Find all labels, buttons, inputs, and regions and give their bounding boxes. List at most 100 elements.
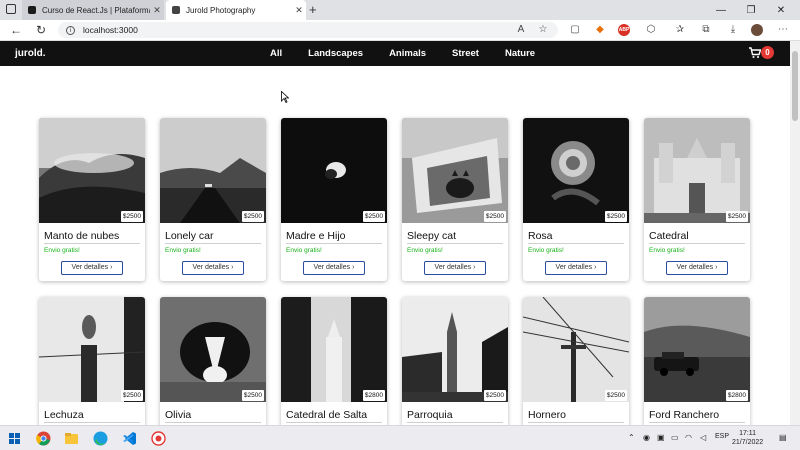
product-photo[interactable]	[160, 118, 266, 223]
view-details-button[interactable]: Ver detalles ›	[545, 261, 607, 275]
product-card[interactable]: $2500 Catedral Envio gratis! Ver detalles ›	[644, 118, 750, 281]
input-language[interactable]: ESP	[715, 433, 729, 440]
page-scrollbar[interactable]	[790, 41, 800, 425]
extension-puzzle-icon[interactable]: ⬡	[645, 24, 657, 36]
price-tag: $2800	[725, 390, 748, 401]
url-input[interactable]: i localhost:3000	[58, 22, 558, 38]
product-card[interactable]: $2500 Manto de nubes Envio gratis! Ver deta…	[39, 118, 145, 281]
title-divider	[286, 422, 382, 423]
file-explorer-icon[interactable]	[64, 431, 79, 446]
extension-orange-icon[interactable]: ◆	[594, 24, 606, 36]
wifi-icon[interactable]: ◠	[685, 433, 692, 442]
close-tab-icon[interactable]: ✕	[150, 5, 164, 16]
product-photo[interactable]	[39, 118, 145, 223]
edge-icon[interactable]	[93, 431, 108, 446]
chrome-icon[interactable]	[36, 431, 51, 446]
clock-time: 17:11	[739, 430, 757, 437]
extension-icon[interactable]: ▢	[569, 24, 581, 36]
product-photo[interactable]	[281, 297, 387, 402]
product-title: Olivia	[165, 409, 192, 421]
view-details-button[interactable]: Ver detalles ›	[424, 261, 486, 275]
product-photo[interactable]	[644, 118, 750, 223]
battery-icon[interactable]: ▭	[671, 433, 679, 442]
favorites-icon[interactable]: ✰	[674, 24, 686, 36]
browser-tab-course[interactable]: Curso de React.Js | Plataforma e... ✕	[22, 0, 164, 20]
menu-item-street[interactable]: Street	[452, 48, 479, 59]
product-photo[interactable]	[160, 297, 266, 402]
adblock-icon[interactable]: ABP	[618, 24, 630, 36]
maximize-icon[interactable]: ❐	[736, 0, 766, 20]
refresh-icon[interactable]: ↻	[36, 23, 46, 37]
product-card[interactable]: $2500 Madre e Hijo Envio gratis! Ver detall…	[281, 118, 387, 281]
price-tag: $2500	[483, 211, 506, 222]
price-tag: $2500	[120, 211, 143, 222]
tray-app2-icon[interactable]: ▣	[657, 433, 665, 442]
view-details-button[interactable]: Ver detalles ›	[182, 261, 244, 275]
product-photo[interactable]	[402, 297, 508, 402]
collections-icon[interactable]: ⧉	[700, 24, 712, 36]
product-title: Catedral de Salta	[286, 409, 368, 421]
close-tab-icon[interactable]: ✕	[292, 5, 306, 16]
chevron-right-icon: ›	[473, 264, 476, 271]
menu-item-all[interactable]: All	[270, 48, 282, 59]
close-window-icon[interactable]: ✕	[766, 0, 796, 20]
new-tab-icon[interactable]: +	[309, 2, 317, 17]
product-card[interactable]: $2500 Lonely car Envio gratis! Ver detalles…	[160, 118, 266, 281]
window-menu-icon[interactable]	[6, 4, 16, 14]
chevron-right-icon: ›	[352, 264, 355, 271]
profile-avatar[interactable]	[751, 24, 763, 36]
tab-title: Curso de React.Js | Plataforma e...	[42, 5, 150, 15]
info-icon[interactable]: i	[66, 25, 75, 35]
product-title: Lechuza	[44, 409, 84, 421]
product-card[interactable]: $2500 Parroquia	[402, 297, 508, 425]
minimize-icon[interactable]: —	[706, 0, 736, 20]
scrollbar-thumb[interactable]	[792, 51, 798, 121]
product-photo[interactable]	[281, 118, 387, 223]
product-card[interactable]: $2500 Lechuza	[39, 297, 145, 425]
product-card[interactable]: $2800 Ford Ranchero	[644, 297, 750, 425]
vscode-icon[interactable]	[122, 431, 137, 446]
product-photo[interactable]	[523, 297, 629, 402]
menu-item-animals[interactable]: Animals	[389, 48, 426, 59]
product-card[interactable]: $2500 Hornero	[523, 297, 629, 425]
product-card[interactable]: $2500 Olivia	[160, 297, 266, 425]
notifications-icon[interactable]: ▤	[779, 433, 787, 442]
product-title: Lonely car	[165, 230, 214, 242]
view-details-label: Ver detalles	[434, 264, 472, 271]
back-icon[interactable]: ←	[10, 23, 22, 37]
product-photo[interactable]	[523, 118, 629, 223]
system-clock[interactable]: 17:11 21/7/2022	[732, 429, 763, 447]
product-card[interactable]: $2500 Rosa Envio gratis! Ver detalles ›	[523, 118, 629, 281]
menu-item-nature[interactable]: Nature	[505, 48, 535, 59]
view-details-label: Ver detalles	[313, 264, 351, 271]
view-details-button[interactable]: Ver detalles ›	[61, 261, 123, 275]
volume-icon[interactable]: ◁	[700, 433, 706, 442]
product-card[interactable]: $2800 Catedral de Salta	[281, 297, 387, 425]
product-photo[interactable]	[644, 297, 750, 402]
windows-start-icon[interactable]	[9, 433, 20, 444]
cart-count-badge: 0	[761, 46, 774, 59]
tray-app-icon[interactable]: ◉	[643, 433, 650, 442]
browser-tab-jurold[interactable]: Jurold Photography ✕	[166, 0, 306, 20]
chevron-right-icon: ›	[594, 264, 597, 271]
view-details-button[interactable]: Ver detalles ›	[303, 261, 365, 275]
recording-app-icon[interactable]	[151, 431, 166, 446]
product-photo[interactable]	[402, 118, 508, 223]
site-logo[interactable]: jurold.	[15, 48, 46, 59]
title-divider	[286, 243, 382, 244]
cart-widget[interactable]: 0	[749, 46, 779, 61]
menu-item-landscapes[interactable]: Landscapes	[308, 48, 363, 59]
more-menu-icon[interactable]: ⋯	[777, 24, 789, 36]
title-divider	[649, 422, 745, 423]
product-title: Ford Ranchero	[649, 409, 720, 421]
view-details-button[interactable]: Ver detalles ›	[666, 261, 728, 275]
tray-chevron-icon[interactable]: ⌃	[628, 433, 635, 442]
product-photo[interactable]	[39, 297, 145, 402]
read-aloud-icon[interactable]: A	[515, 24, 527, 36]
price-tag: $2500	[483, 390, 506, 401]
product-card[interactable]: $2500 Sleepy cat Envio gratis! Ver detalles…	[402, 118, 508, 281]
favorite-add-icon[interactable]: ☆	[537, 24, 549, 36]
downloads-icon[interactable]: ⤓	[727, 24, 739, 36]
site-navbar: jurold. All Landscapes Animals Street Na…	[0, 41, 790, 66]
tab-favicon-icon	[172, 6, 180, 14]
